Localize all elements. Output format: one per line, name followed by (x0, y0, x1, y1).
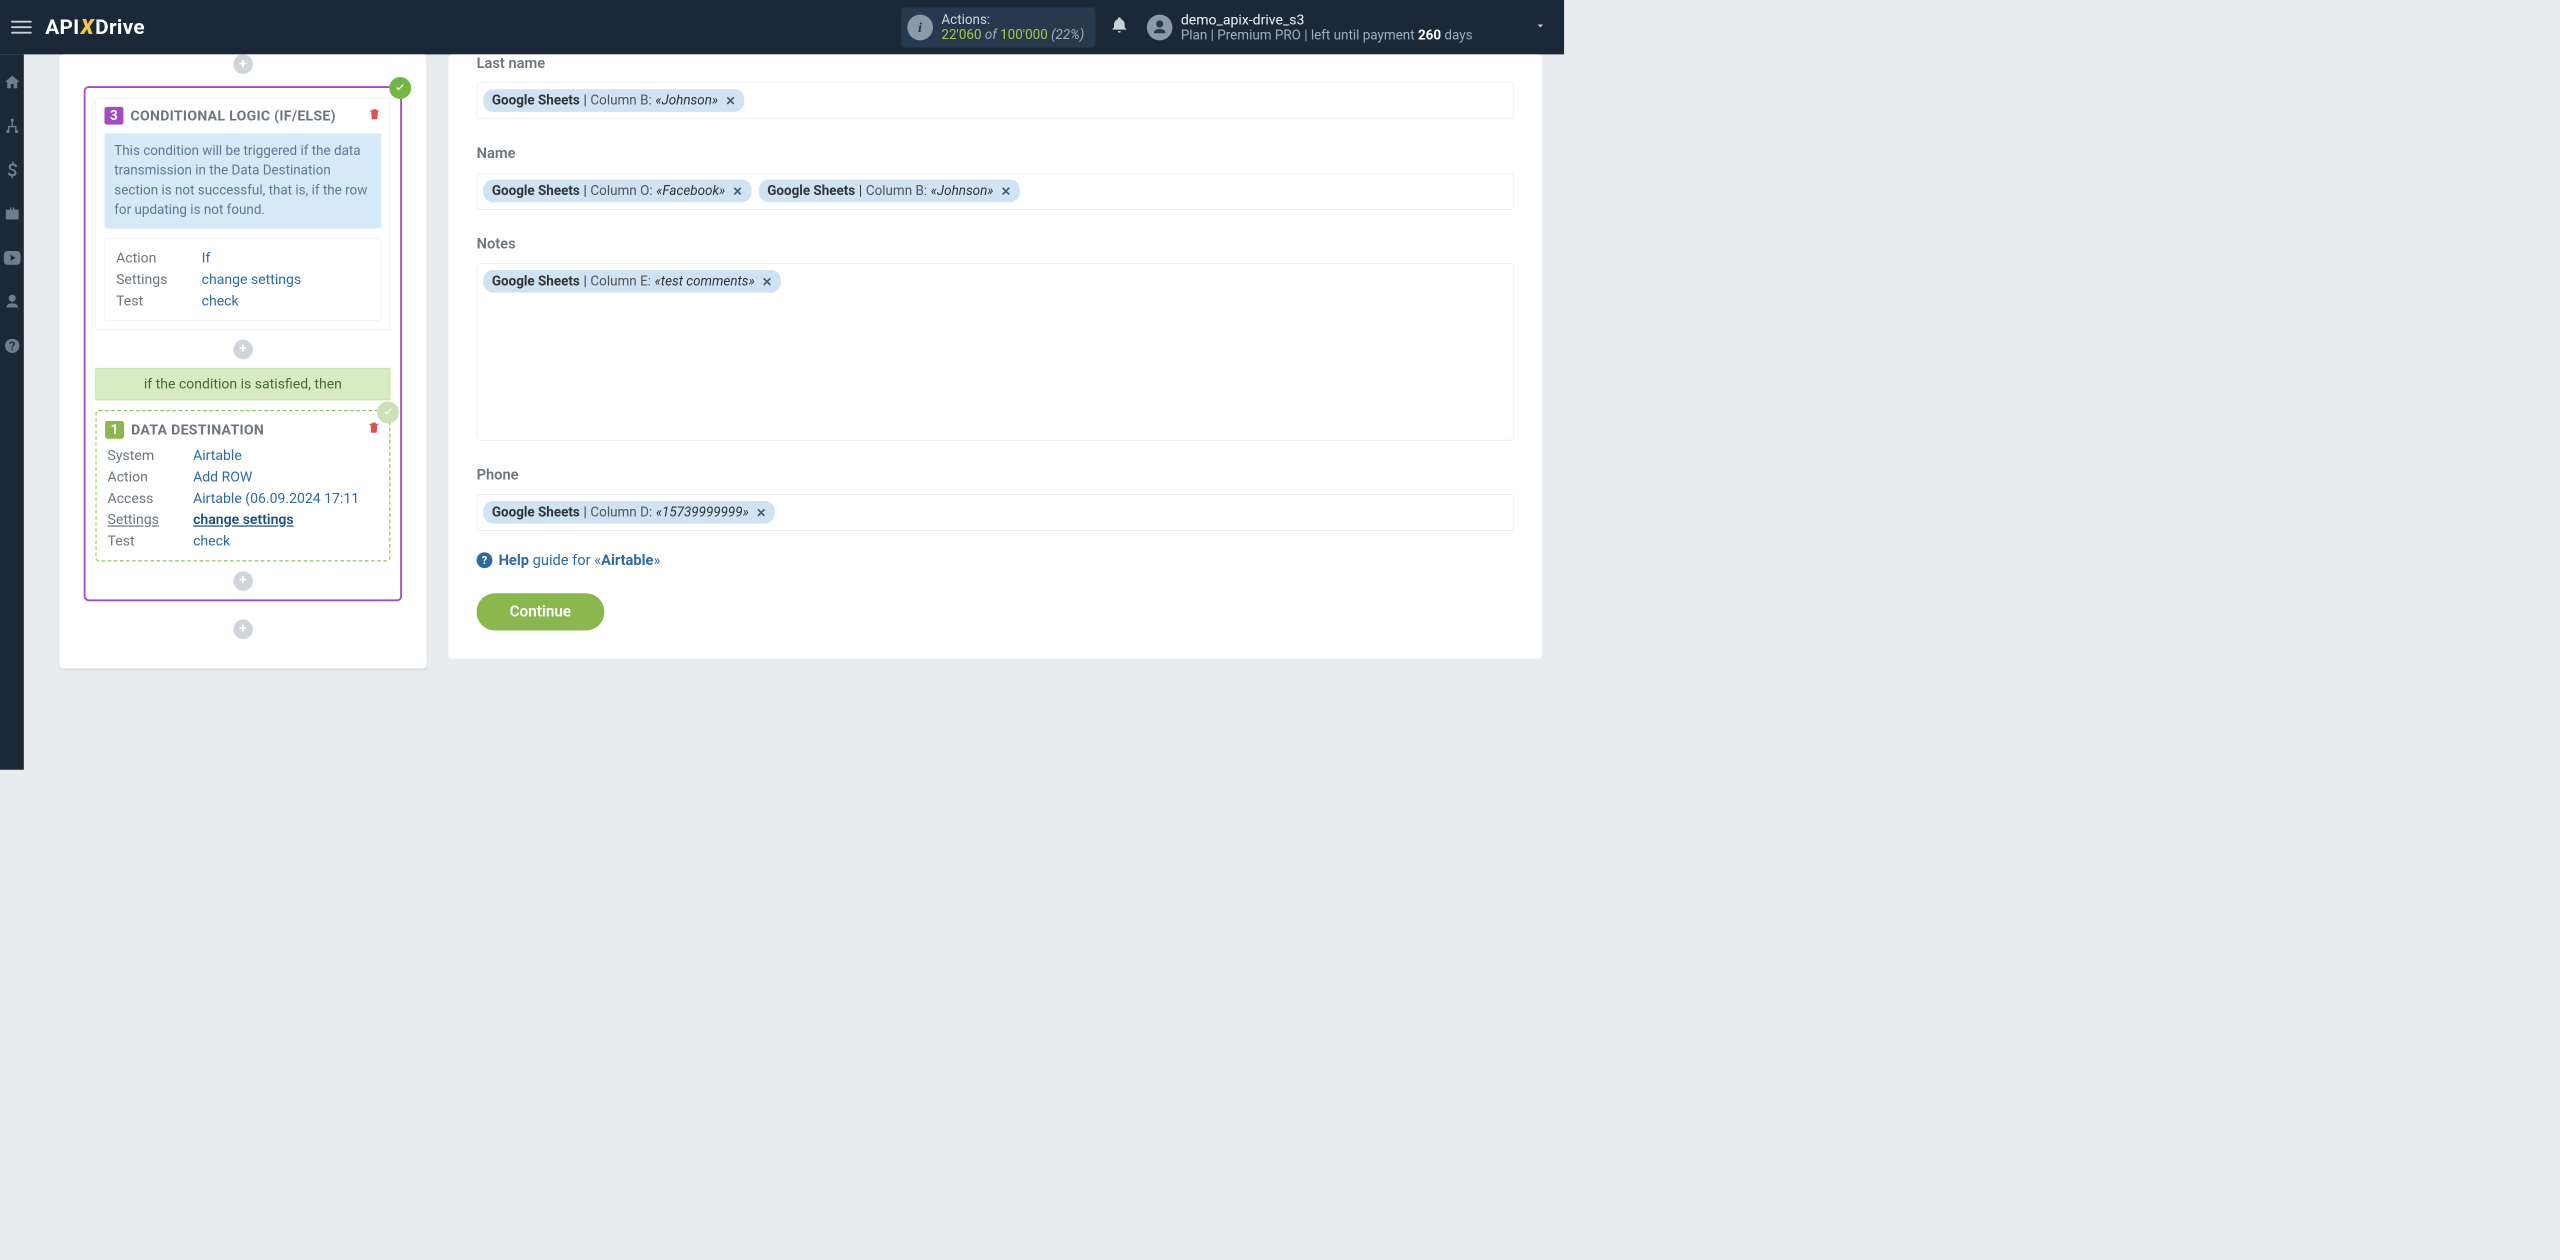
change-settings-link[interactable]: change settings (193, 511, 294, 527)
side-nav (0, 54, 24, 769)
field-notes: Notes Google Sheets | Column E: «test co… (477, 235, 1514, 440)
youtube-icon[interactable] (3, 249, 21, 267)
actions-counter[interactable]: i Actions: 22'060 of 100'000 (22%) (901, 7, 1095, 47)
field-label: Last name (477, 54, 1514, 71)
help-icon[interactable] (3, 337, 21, 355)
status-ok-icon (389, 77, 411, 99)
field-label: Phone (477, 466, 1514, 483)
field-label: Notes (477, 235, 1514, 252)
continue-button[interactable]: Continue (477, 593, 605, 630)
field-input[interactable]: Google Sheets | Column O: «Facebook»✕ Go… (477, 173, 1514, 210)
trash-icon[interactable] (367, 421, 380, 438)
home-icon[interactable] (3, 73, 21, 91)
bell-icon[interactable] (1110, 16, 1128, 39)
flow-outline: 3 CONDITIONAL LOGIC (IF/ELSE) This condi… (84, 86, 402, 601)
condition-settings: ActionIf Settingschange settings Testche… (104, 238, 381, 320)
trash-icon[interactable] (368, 107, 381, 124)
add-step-outer[interactable]: + (233, 619, 253, 639)
remove-chip-icon[interactable]: ✕ (733, 184, 743, 199)
remove-chip-icon[interactable]: ✕ (762, 274, 772, 289)
app-header: APIXDrive i Actions: 22'060 of 100'000 (… (0, 0, 1564, 54)
add-step-mid[interactable]: + (233, 339, 253, 359)
field-input[interactable]: Google Sheets | Column E: «test comments… (477, 263, 1514, 440)
add-step-bottom[interactable]: + (233, 571, 253, 591)
field-input[interactable]: Google Sheets | Column B: «Johnson»✕ (477, 82, 1514, 119)
conditional-block[interactable]: 3 CONDITIONAL LOGIC (IF/ELSE) This condi… (95, 98, 390, 330)
info-icon: i (907, 14, 933, 40)
mapping-panel: Last name Google Sheets | Column B: «Joh… (448, 54, 1542, 658)
mapping-chip[interactable]: Google Sheets | Column E: «test comments… (483, 270, 781, 293)
mapping-chip[interactable]: Google Sheets | Column B: «Johnson»✕ (483, 89, 744, 112)
field-last-name: Last name Google Sheets | Column B: «Joh… (477, 54, 1514, 119)
remove-chip-icon[interactable]: ✕ (725, 93, 735, 108)
mapping-chip[interactable]: Google Sheets | Column D: «15739999999»✕ (483, 501, 775, 524)
field-name: Name Google Sheets | Column O: «Facebook… (477, 145, 1514, 210)
field-label: Name (477, 145, 1514, 162)
remove-chip-icon[interactable]: ✕ (1001, 184, 1011, 199)
sitemap-icon[interactable] (3, 117, 21, 135)
user-icon[interactable] (3, 293, 21, 311)
block-title: DATA DESTINATION (131, 421, 367, 437)
mapping-chip[interactable]: Google Sheets | Column O: «Facebook»✕ (483, 180, 751, 203)
user-info[interactable]: demo_apix-drive_s3 Plan | Premium PRO | … (1181, 11, 1473, 43)
dollar-icon[interactable] (3, 161, 21, 179)
help-link[interactable]: ? Help guide for «Airtable» (477, 552, 1514, 569)
help-icon: ? (477, 552, 493, 568)
status-pending-icon (377, 401, 399, 423)
field-phone: Phone Google Sheets | Column D: «1573999… (477, 466, 1514, 531)
field-input[interactable]: Google Sheets | Column D: «15739999999»✕ (477, 494, 1514, 531)
condition-info: This condition will be triggered if the … (104, 133, 381, 228)
avatar[interactable] (1147, 14, 1173, 40)
mapping-chip[interactable]: Google Sheets | Column B: «Johnson»✕ (759, 180, 1020, 203)
condition-satisfied-bar: if the condition is satisfied, then (95, 368, 390, 400)
logo[interactable]: APIXDrive (45, 15, 145, 39)
block-title: CONDITIONAL LOGIC (IF/ELSE) (131, 108, 368, 124)
briefcase-icon[interactable] (3, 205, 21, 223)
menu-toggle[interactable] (11, 17, 32, 38)
remove-chip-icon[interactable]: ✕ (756, 505, 766, 520)
step-number: 3 (104, 107, 123, 125)
step-number: 1 (105, 421, 124, 439)
add-step-top[interactable]: + (233, 54, 253, 74)
chevron-down-icon[interactable] (1473, 19, 1548, 36)
destination-block[interactable]: 1 DATA DESTINATION SystemAirtable Action… (95, 410, 390, 562)
flow-panel: + 3 CONDITIONAL LOGIC (IF/ELSE) (59, 54, 426, 668)
